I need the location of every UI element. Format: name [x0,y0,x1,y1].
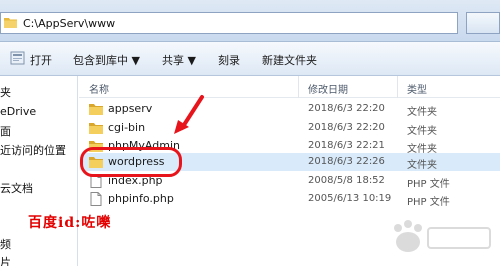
file-date: 2008/5/8 18:52 [308,175,385,186]
file-type: PHP 文件 [407,179,450,190]
nav-item-videos[interactable]: 频 [0,236,11,252]
column-header-name[interactable]: 名称 [89,81,109,96]
address-path: C:\AppServ\www [23,17,116,30]
address-bar-area: C:\AppServ\www [0,0,500,42]
address-bar[interactable]: C:\AppServ\www [0,12,458,34]
new-folder-button[interactable]: 新建文件夹 [262,52,317,68]
nav-item-cloud-docs[interactable]: 云文档 [0,180,33,196]
folder-icon [89,104,103,115]
column-divider[interactable] [298,76,299,98]
file-name: phpinfo.php [108,192,174,205]
file-name: appserv [108,102,153,115]
highlight-circle [80,147,182,177]
file-date: 2018/6/3 22:26 [308,156,385,167]
folder-icon [4,18,17,28]
file-row-cgi-bin[interactable]: cgi-bin 2018/6/3 22:20 文件夹 [82,119,500,137]
file-date: 2018/6/3 22:20 [308,103,385,114]
php-file-icon [90,192,102,206]
file-type: PHP 文件 [407,197,450,208]
file-name: cgi-bin [108,121,146,134]
nav-item-recent-places[interactable]: 近访问的位置 [0,142,66,158]
file-row-appserv[interactable]: appserv 2018/6/3 22:20 文件夹 [82,100,500,118]
red-arrow-icon [174,95,204,134]
baidu-logo-icon [394,220,491,252]
column-header-modified[interactable]: 修改日期 [308,81,348,96]
file-date: 2005/6/13 10:19 [308,193,392,204]
navigation-pane: 夹 eDrive 面 近访问的位置 云文档 频 片 [0,76,78,266]
column-header-type[interactable]: 类型 [407,81,427,96]
nav-item-desktop[interactable]: 面 [0,123,11,139]
column-divider[interactable] [397,76,398,98]
address-dropdown-button[interactable] [466,12,500,34]
file-type: 文件夹 [407,160,437,171]
nav-item-favorites[interactable]: 夹 [0,84,11,100]
file-type: 文件夹 [407,126,437,137]
include-in-library-button[interactable]: 包含到库中 ▼ [73,52,140,68]
file-row-phpinfo-php[interactable]: phpinfo.php 2005/6/13 10:19 PHP 文件 [82,190,500,208]
baidu-id-watermark: 百度id:咗嚛 [28,215,112,231]
burn-button[interactable]: 刻录 [218,52,240,68]
folder-icon [89,123,103,134]
file-date: 2018/6/3 22:20 [308,122,385,133]
open-icon [10,51,25,65]
file-list-header: 名称 修改日期 类型 [79,76,500,98]
nav-item-onedrive[interactable]: eDrive [0,105,36,118]
command-toolbar: 打开 包含到库中 ▼ 共享 ▼ 刻录 新建文件夹 [0,42,500,76]
share-button[interactable]: 共享 ▼ [162,52,196,68]
file-date: 2018/6/3 22:21 [308,140,385,151]
nav-item-pictures[interactable]: 片 [0,254,11,266]
file-type: 文件夹 [407,107,437,118]
open-button[interactable]: 打开 [30,52,52,68]
